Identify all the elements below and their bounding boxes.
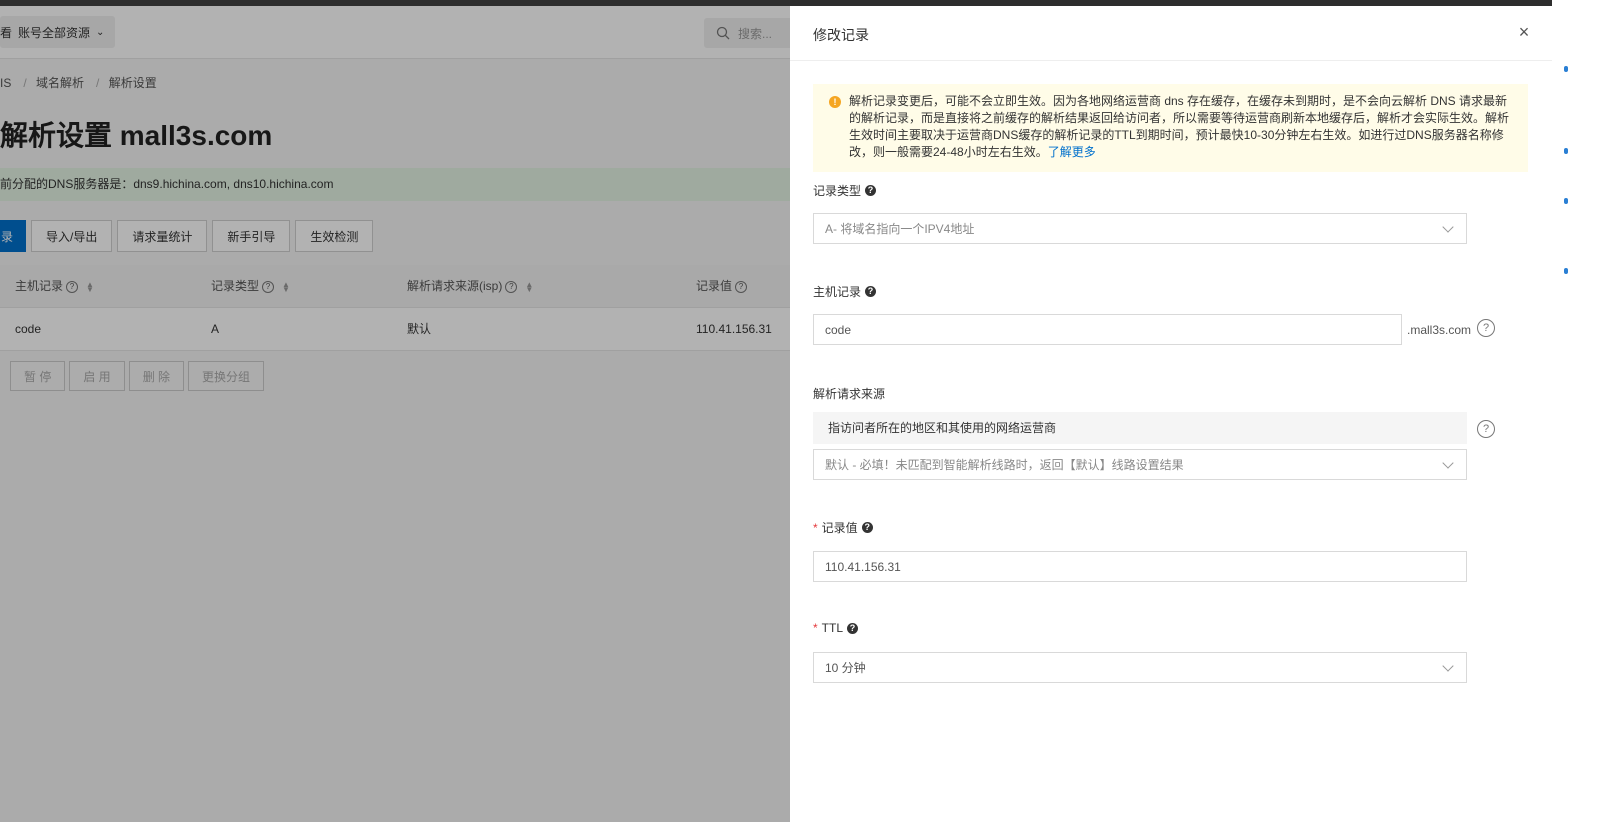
learn-more-link[interactable]: 了解更多 bbox=[1048, 145, 1096, 159]
help-circle-icon[interactable]: ? bbox=[1477, 319, 1495, 337]
modal-overlay[interactable] bbox=[0, 6, 810, 822]
required-marker: * bbox=[813, 621, 818, 635]
close-icon[interactable]: × bbox=[1516, 23, 1532, 41]
warning-icon: ! bbox=[829, 96, 841, 108]
chevron-down-icon bbox=[1442, 221, 1454, 233]
drawer-title: 修改记录 bbox=[813, 27, 869, 43]
edge-marker bbox=[1564, 66, 1568, 72]
host-record-label: 主机记录? bbox=[813, 283, 877, 300]
record-type-label: 记录类型? bbox=[813, 182, 877, 199]
isp-hint: 指访问者所在的地区和其使用的网络运营商 bbox=[813, 412, 1467, 444]
edge-marker bbox=[1564, 148, 1568, 154]
help-icon[interactable]: ? bbox=[865, 185, 877, 196]
edit-record-drawer: 修改记录 × ! 解析记录变更后，可能不会立即生效。因为各地网络运营商 dns … bbox=[790, 6, 1552, 822]
help-icon[interactable]: ? bbox=[865, 286, 877, 297]
required-marker: * bbox=[813, 520, 818, 535]
isp-label: 解析请求来源 bbox=[813, 387, 886, 401]
chevron-down-icon bbox=[1442, 457, 1454, 469]
chevron-down-icon bbox=[1442, 660, 1454, 672]
ttl-select[interactable]: 10 分钟 bbox=[813, 652, 1467, 683]
propagation-notice: ! 解析记录变更后，可能不会立即生效。因为各地网络运营商 dns 存在缓存，在缓… bbox=[813, 84, 1528, 172]
help-circle-icon[interactable]: ? bbox=[1477, 420, 1495, 438]
drawer-header: 修改记录 × bbox=[790, 6, 1552, 61]
edge-marker bbox=[1564, 268, 1568, 274]
help-icon[interactable]: ? bbox=[861, 522, 873, 533]
help-icon[interactable]: ? bbox=[847, 622, 859, 634]
record-value-input[interactable]: 110.41.156.31 bbox=[813, 551, 1467, 582]
record-type-select[interactable]: A- 将域名指向一个IPV4地址 bbox=[813, 213, 1467, 244]
ttl-label: * TTL? bbox=[813, 621, 859, 635]
notice-text: 解析记录变更后，可能不会立即生效。因为各地网络运营商 dns 存在缓存，在缓存未… bbox=[849, 94, 1510, 159]
isp-select[interactable]: 默认 - 必填！未匹配到智能解析线路时，返回【默认】线路设置结果 bbox=[813, 449, 1467, 480]
host-record-input[interactable]: code bbox=[813, 314, 1402, 345]
right-edge-panel bbox=[1552, 0, 1606, 822]
domain-suffix: .mall3s.com bbox=[1407, 323, 1472, 337]
edge-marker bbox=[1564, 198, 1568, 204]
record-value-label: * 记录值? bbox=[813, 519, 873, 536]
